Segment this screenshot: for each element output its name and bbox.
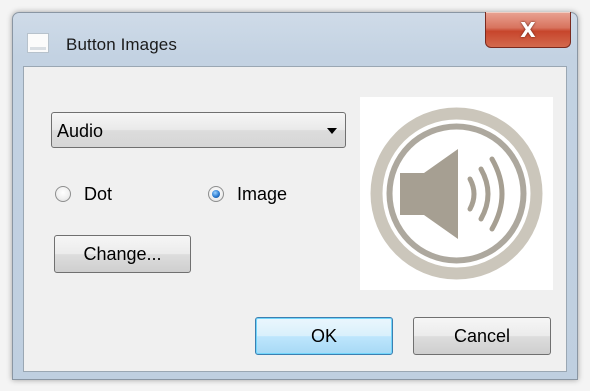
radio-dot-circle[interactable] — [55, 186, 71, 202]
radio-image-circle[interactable] — [208, 186, 224, 202]
dialog-window: Button Images X Audio Dot Image Change..… — [12, 12, 578, 380]
chevron-down-icon — [327, 128, 337, 134]
screen: Button Images X Audio Dot Image Change..… — [0, 0, 590, 391]
app-icon — [27, 33, 49, 53]
radio-dot[interactable]: Dot — [55, 183, 112, 205]
close-button[interactable]: X — [485, 12, 571, 48]
radio-dot-label[interactable]: Dot — [84, 184, 112, 205]
image-type-dropdown[interactable]: Audio — [51, 112, 346, 148]
close-icon: X — [520, 17, 536, 42]
window-title: Button Images — [66, 35, 177, 54]
dialog-body: Audio Dot Image Change... OK Cancel — [23, 66, 567, 372]
ok-button[interactable]: OK — [255, 317, 393, 355]
radio-image[interactable]: Image — [208, 183, 287, 205]
image-preview — [360, 97, 553, 290]
cancel-button[interactable]: Cancel — [413, 317, 551, 355]
speaker-volume-icon — [370, 107, 543, 280]
radio-image-label[interactable]: Image — [237, 184, 287, 205]
dropdown-selected-value: Audio — [57, 121, 104, 141]
change-button[interactable]: Change... — [54, 235, 191, 273]
title-bar[interactable]: Button Images X — [13, 12, 577, 65]
